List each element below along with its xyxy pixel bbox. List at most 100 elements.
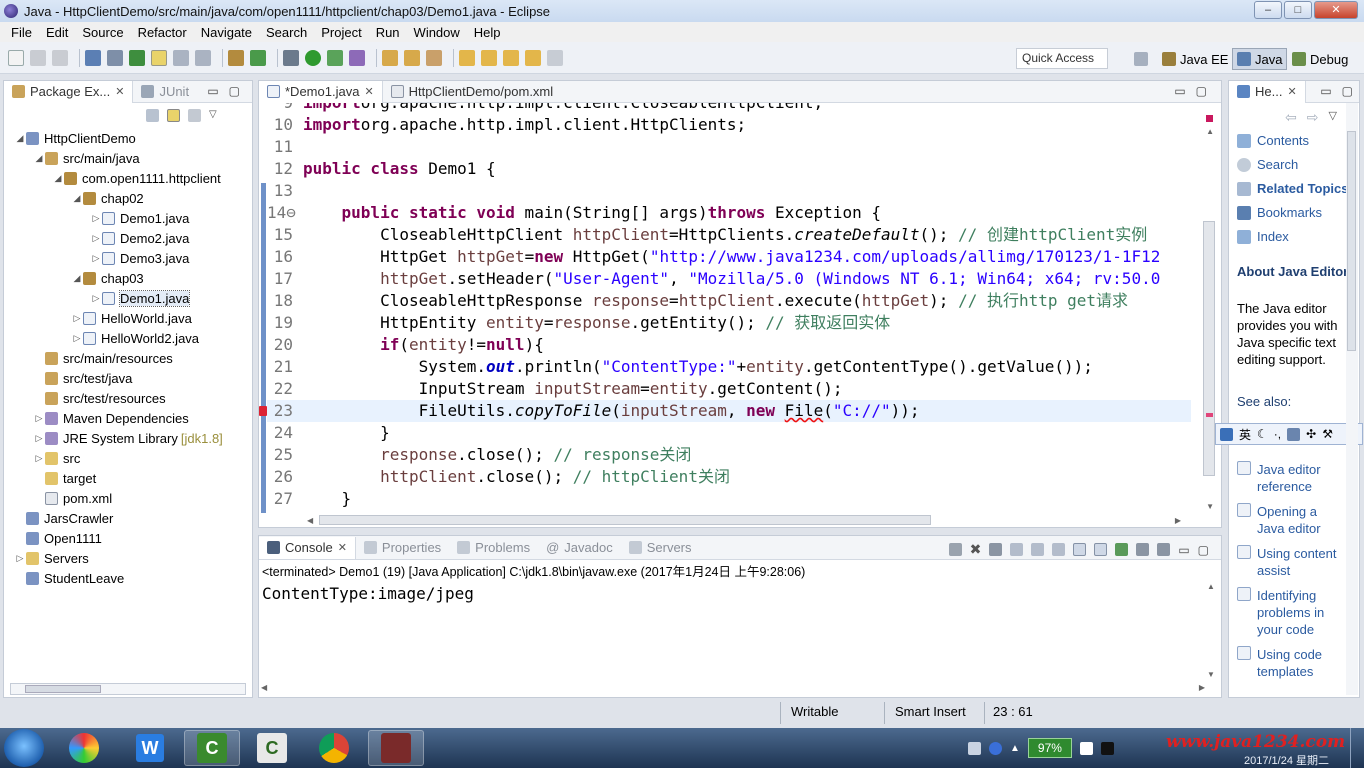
code-line[interactable]: 21 System.out.println("ContentType:"+ent… xyxy=(267,356,1191,378)
scroll-thumb[interactable] xyxy=(1203,221,1215,476)
view-menu-icon[interactable]: ▽ xyxy=(209,109,217,122)
minimize-view-icon[interactable]: ▭ xyxy=(207,84,218,98)
skip-breakpoints-icon[interactable] xyxy=(107,49,123,66)
perspective-debug[interactable]: Debug xyxy=(1288,48,1352,70)
tree-item-src-main-java[interactable]: ◢ src/main/java xyxy=(33,148,140,168)
tab-javadoc[interactable]: @ Javadoc xyxy=(538,537,621,559)
open-console-icon[interactable] xyxy=(1157,543,1171,556)
tab-package-explorer[interactable]: Package Ex... ✕ xyxy=(4,80,134,103)
perspective-java-ee[interactable]: Java EE xyxy=(1158,48,1232,70)
help-link-search[interactable]: Search xyxy=(1237,157,1298,172)
editor-hscrollbar[interactable]: ◀ ▶ xyxy=(307,513,1181,527)
print-icon[interactable] xyxy=(85,49,101,66)
tree-item-project-servers[interactable]: ▷ Servers xyxy=(14,548,89,568)
start-button[interactable] xyxy=(4,729,44,767)
editor-vscrollbar[interactable]: ▲ ▼ xyxy=(1191,103,1221,513)
minimize-button[interactable]: – xyxy=(1254,1,1282,19)
open-perspective-button[interactable] xyxy=(1130,48,1152,70)
help-link-index[interactable]: Index xyxy=(1237,229,1289,244)
show-on-stdout-icon[interactable] xyxy=(1073,543,1087,556)
remove-launch-icon[interactable]: ✖ xyxy=(970,541,982,558)
remove-all-icon[interactable] xyxy=(989,543,1003,556)
tree-item-src-main-resources[interactable]: src/main/resources xyxy=(33,348,173,368)
code-line[interactable]: 10 importorg.apache.http.impl.client.Http… xyxy=(267,114,1191,136)
tab-console[interactable]: Console ✕ xyxy=(259,536,356,559)
help-item[interactable]: Java editor reference xyxy=(1237,461,1341,495)
forward-icon[interactable] xyxy=(547,49,563,66)
network-icon[interactable] xyxy=(1100,741,1114,755)
task-colorful-app[interactable] xyxy=(56,730,112,766)
code-line[interactable]: 26 httpClient.close(); // httpClient关闭 xyxy=(267,466,1191,488)
forward-arrow-icon[interactable]: ⇨ xyxy=(1307,109,1319,126)
task-chrome[interactable] xyxy=(306,730,362,766)
terminate-icon[interactable] xyxy=(948,543,962,556)
coverage-icon[interactable] xyxy=(327,49,343,66)
save-icon[interactable] xyxy=(30,49,46,66)
tree-item-jre-library[interactable]: ▷ JRE System Library [jdk1.8] xyxy=(33,428,223,448)
close-icon[interactable]: ✕ xyxy=(364,85,373,98)
help-link-related-topics[interactable]: Related Topics xyxy=(1237,181,1349,196)
tab-demo1-java[interactable]: *Demo1.java ✕ xyxy=(259,80,383,103)
scroll-left-icon[interactable]: ◀ xyxy=(261,683,267,692)
save-all-icon[interactable] xyxy=(52,49,68,66)
debug-icon[interactable] xyxy=(283,49,299,66)
code-line[interactable]: 20 if(entity!=null){ xyxy=(267,334,1191,356)
last-edit-icon[interactable] xyxy=(503,49,519,66)
battery-indicator[interactable]: 97% xyxy=(1027,738,1072,758)
close-icon[interactable]: ✕ xyxy=(115,85,124,98)
scroll-right-icon[interactable]: ▶ xyxy=(1175,516,1181,525)
code-line[interactable]: 15 CloseableHttpClient httpClient=HttpCl… xyxy=(267,224,1191,246)
maximize-view-icon[interactable]: ▢ xyxy=(1198,543,1209,557)
new-package-icon[interactable] xyxy=(382,49,398,66)
tree-item-file[interactable]: ▷ HelloWorld2.java xyxy=(71,328,200,348)
help-link-bookmarks[interactable]: Bookmarks xyxy=(1237,205,1322,220)
tree-item-project[interactable]: ◢ HttpClientDemo xyxy=(14,128,136,148)
scroll-thumb[interactable] xyxy=(1347,131,1356,351)
tab-help[interactable]: He... ✕ xyxy=(1229,80,1306,103)
minimize-view-icon[interactable]: ▭ xyxy=(1178,543,1189,557)
task-eclipse[interactable] xyxy=(368,730,424,766)
help-item[interactable]: Using code templates xyxy=(1237,646,1341,680)
menu-file[interactable]: File xyxy=(4,25,39,40)
tree-item-src-test-resources[interactable]: src/test/resources xyxy=(33,388,166,408)
scroll-right-icon[interactable]: ▶ xyxy=(1199,683,1205,692)
scroll-up-icon[interactable]: ▲ xyxy=(1206,127,1214,136)
tree-item-maven-dependencies[interactable]: ▷ Maven Dependencies xyxy=(33,408,189,428)
scroll-thumb[interactable] xyxy=(319,515,931,525)
task-camtasia-2[interactable]: C xyxy=(244,730,300,766)
code-line[interactable]: 13 xyxy=(267,180,1191,202)
help-item[interactable]: Using content assist xyxy=(1237,545,1341,579)
show-on-stderr-icon[interactable] xyxy=(1094,543,1108,556)
previous-annotation-icon[interactable] xyxy=(481,49,497,66)
code-line[interactable]: 14⊖ public static void main(String[] arg… xyxy=(267,202,1191,224)
next-annotation-icon[interactable] xyxy=(459,49,475,66)
tree-item-project-jarscrawler[interactable]: JarsCrawler xyxy=(14,508,113,528)
pin-console-icon[interactable] xyxy=(1115,543,1129,556)
ime-toolbar[interactable]: 英 ☾ ·, ✣ ⚒ xyxy=(1215,423,1363,445)
help-link-contents[interactable]: Contents xyxy=(1237,133,1309,148)
scroll-up-icon[interactable]: ▲ xyxy=(1207,582,1215,591)
console-vscrollbar[interactable]: ▲ ▼ xyxy=(1207,582,1219,679)
error-marker-icon[interactable] xyxy=(259,406,267,416)
word-wrap-icon[interactable] xyxy=(1052,543,1066,556)
show-desktop-button[interactable] xyxy=(1350,728,1364,768)
task-camtasia[interactable]: C xyxy=(184,730,240,766)
tree-item-target[interactable]: target xyxy=(33,468,96,488)
help-item[interactable]: Identifying problems in your code xyxy=(1237,587,1341,638)
code-line[interactable]: 25 response.close(); // response关闭 xyxy=(267,444,1191,466)
error-overview-marker[interactable] xyxy=(1206,413,1213,417)
view-menu-icon[interactable]: ▽ xyxy=(1328,109,1336,126)
code-line[interactable]: 9 importorg.apache.http.impl.client.Close… xyxy=(267,103,1191,114)
tree-item-chap03[interactable]: ◢ chap03 xyxy=(71,268,144,288)
clear-console-icon[interactable] xyxy=(1010,543,1024,556)
open-type-icon[interactable] xyxy=(404,49,420,66)
code-line[interactable]: 17 httpGet.setHeader("User-Agent", "Mozi… xyxy=(267,268,1191,290)
scroll-thumb[interactable] xyxy=(25,685,101,693)
search-icon[interactable] xyxy=(426,49,442,66)
menu-edit[interactable]: Edit xyxy=(39,25,75,40)
tree-item-file[interactable]: ▷ Demo1.java xyxy=(90,208,190,228)
maximize-view-icon[interactable]: ▢ xyxy=(229,84,240,98)
menu-help[interactable]: Help xyxy=(467,25,508,40)
highlight-icon[interactable] xyxy=(151,49,167,66)
code-area[interactable]: 9 importorg.apache.http.impl.client.Close… xyxy=(259,103,1191,513)
